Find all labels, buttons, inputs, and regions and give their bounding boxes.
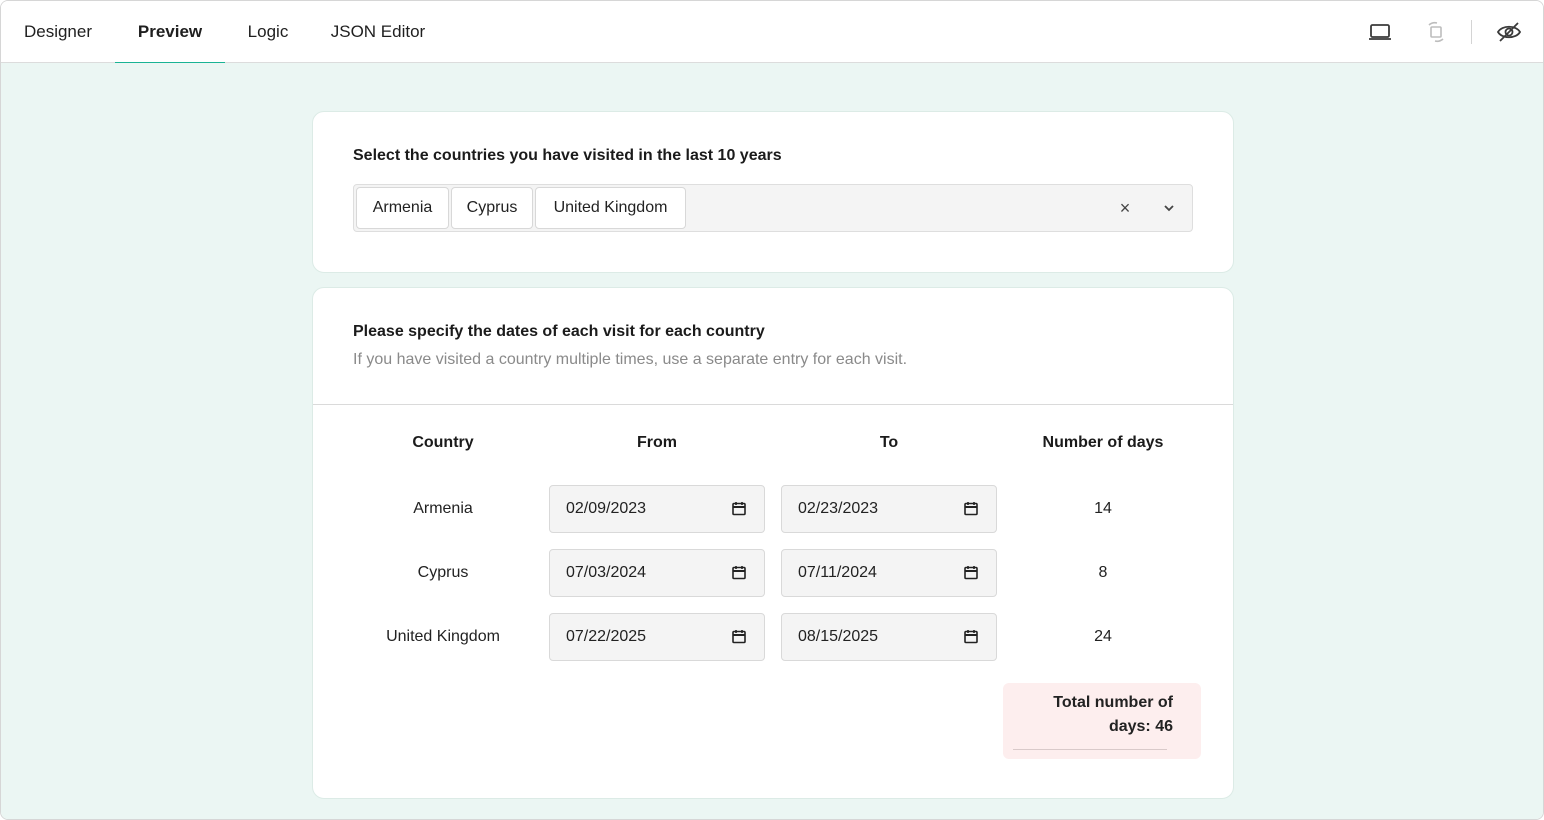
column-header-country: Country [412,434,474,451]
from-date-input[interactable]: 07/22/2025 [549,613,765,661]
date-value: 07/22/2025 [566,628,647,645]
calendar-icon[interactable] [962,628,980,646]
countries-question-title: Select the countries you have visited in… [353,147,782,164]
total-days-summary: Total number of days: 46 [1003,683,1201,759]
days-cell: 24 [1094,628,1112,645]
preview-canvas: Select the countries you have visited in… [1,63,1543,819]
date-value: 02/09/2023 [566,500,647,517]
visits-question-title: Please specify the dates of each visit f… [353,323,765,340]
tab-json-editor[interactable]: JSON Editor [311,1,445,63]
to-date-input[interactable]: 08/15/2025 [781,613,997,661]
table-row: Armenia 02/09/2023 02/23/2023 14 [313,485,1233,533]
tab-preview[interactable]: Preview [115,1,225,64]
date-value: 02/23/2023 [798,500,879,517]
date-value: 07/03/2024 [566,564,647,581]
calendar-icon[interactable] [962,564,980,582]
laptop-device-icon[interactable] [1365,17,1395,47]
date-value: 07/11/2024 [798,564,877,581]
eye-off-icon[interactable] [1494,17,1524,47]
selected-tag[interactable]: Cyprus [451,187,533,229]
header-divider [313,404,1233,405]
country-cell: Cyprus [417,564,469,581]
tab-logic[interactable]: Logic [225,1,311,63]
visits-question-description: If you have visited a country multiple t… [353,351,908,368]
toolbar-separator [1471,20,1472,44]
to-date-input[interactable]: 02/23/2023 [781,485,997,533]
app-window: Designer Preview Logic JSON Editor Selec… [0,0,1544,820]
country-cell: United Kingdom [386,628,500,645]
column-header-to: To [879,434,899,451]
selected-tag[interactable]: Armenia [356,187,449,229]
tab-designer[interactable]: Designer [1,1,115,63]
selected-tag[interactable]: United Kingdom [535,187,686,229]
total-underline [1013,749,1167,750]
visits-question-card: Please specify the dates of each visit f… [312,287,1234,799]
days-cell: 14 [1094,500,1112,517]
column-header-days: Number of days [1042,434,1164,451]
to-date-input[interactable]: 07/11/2024 [781,549,997,597]
chevron-down-icon[interactable] [1158,197,1180,219]
clear-selection-button[interactable]: × [1114,197,1136,219]
countries-question-card: Select the countries you have visited in… [312,111,1234,273]
table-row: Cyprus 07/03/2024 07/11/2024 8 [313,549,1233,597]
top-tab-bar: Designer Preview Logic JSON Editor [1,1,1543,64]
countries-tagbox[interactable]: Armenia Cyprus United Kingdom × [353,184,1193,232]
from-date-input[interactable]: 07/03/2024 [549,549,765,597]
calendar-icon[interactable] [730,500,748,518]
calendar-icon[interactable] [962,500,980,518]
column-header-from: From [637,434,677,451]
calendar-icon[interactable] [730,564,748,582]
rotate-orientation-icon[interactable] [1421,17,1451,47]
calendar-icon[interactable] [730,628,748,646]
date-value: 08/15/2025 [798,628,879,645]
country-cell: Armenia [413,500,473,517]
from-date-input[interactable]: 02/09/2023 [549,485,765,533]
table-row: United Kingdom 07/22/2025 08/15/2025 24 [313,613,1233,661]
days-cell: 8 [1098,564,1108,581]
total-days-label: Total number of days: 46 [1053,694,1173,735]
